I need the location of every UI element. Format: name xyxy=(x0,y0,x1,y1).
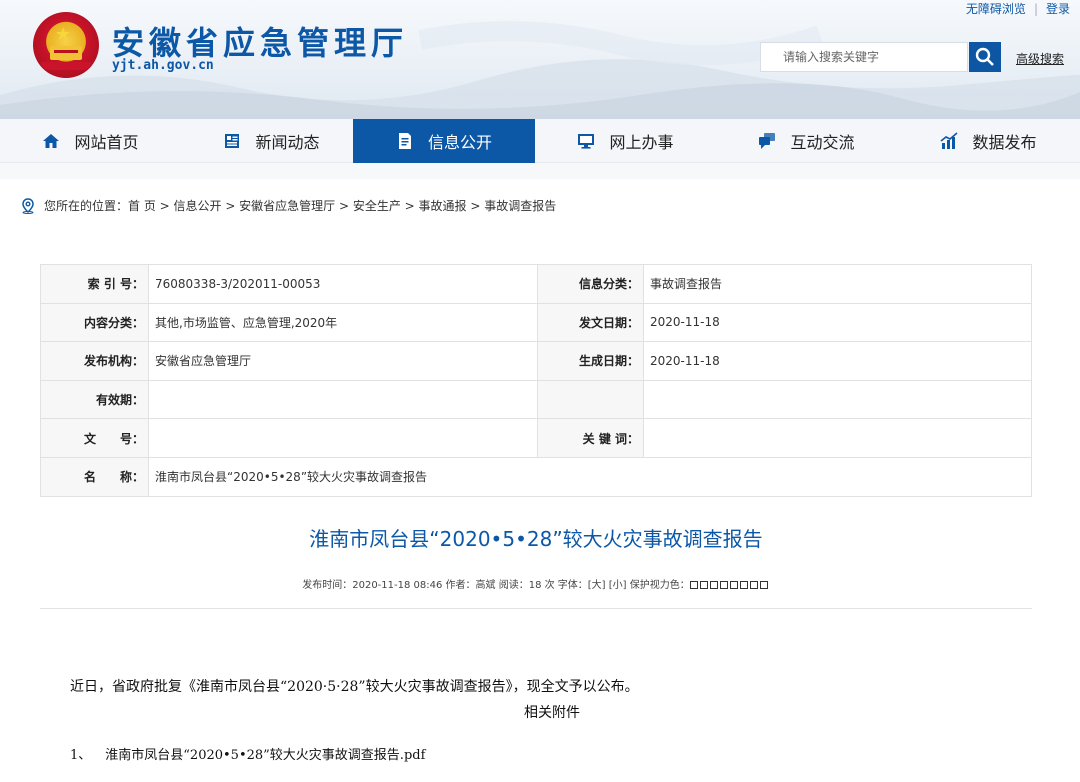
meta-value: 2020-11-18 xyxy=(643,341,1032,381)
site-domain: yjt.ah.gov.cn xyxy=(112,58,214,73)
meta-label: 关 键 词： xyxy=(537,418,644,458)
meta-label: 索 引 号： xyxy=(40,264,149,304)
table-row: 索 引 号： 76080338-3/202011-00053 信息分类： 事故调… xyxy=(40,264,1032,304)
breadcrumb-text[interactable]: 您所在的位置：首 页 > 信息公开 > 安徽省应急管理厅 > 安全生产 > 事故… xyxy=(44,197,556,214)
search-input[interactable]: 请输入搜索关键字 xyxy=(760,42,968,72)
attachment-number: 1、 xyxy=(70,748,92,763)
monitor-icon xyxy=(578,134,595,149)
meta-label: 内容分类： xyxy=(40,302,149,343)
location-pin-icon xyxy=(22,197,34,214)
news-icon xyxy=(225,134,240,148)
home-icon xyxy=(43,134,60,148)
meta-label: 文 号： xyxy=(40,418,149,458)
table-row: 有效期： xyxy=(40,379,1032,420)
meta-value: 安徽省应急管理厅 xyxy=(148,341,538,381)
meta-label: 发布机构： xyxy=(40,341,149,381)
meta-value-empty xyxy=(643,379,1032,420)
nav-item-online-service[interactable]: 网上办事 xyxy=(535,119,716,163)
meta-label: 名 称： xyxy=(40,456,149,497)
nav-item-info-public[interactable]: 信息公开 xyxy=(353,119,535,163)
meta-label: 有效期： xyxy=(40,379,149,420)
table-row: 发布机构： 安徽省应急管理厅 生成日期： 2020-11-18 xyxy=(40,341,1032,381)
meta-label: 发文日期： xyxy=(537,302,644,343)
accessibility-link[interactable]: 无障碍浏览 xyxy=(966,2,1026,16)
meta-value: 76080338-3/202011-00053 xyxy=(148,264,538,304)
meta-value: 事故调查报告 xyxy=(643,264,1032,304)
nav-subbar xyxy=(0,163,1080,179)
meta-value xyxy=(148,418,538,458)
login-link[interactable]: 登录 xyxy=(1046,2,1070,16)
breadcrumb: 您所在的位置：首 页 > 信息公开 > 安徽省应急管理厅 > 安全生产 > 事故… xyxy=(20,197,556,214)
article-info-bar: 发布时间：2020-11-18 08:46 作者：高斌 阅读：18 次 字体：[… xyxy=(0,576,1072,591)
search-button[interactable] xyxy=(969,42,1001,72)
nav-item-data-release[interactable]: 数据发布 xyxy=(898,119,1079,163)
eye-care-color-swatches[interactable] xyxy=(689,580,770,591)
meta-value xyxy=(643,418,1032,458)
search-icon xyxy=(975,47,994,66)
meta-label: 信息分类： xyxy=(537,264,644,304)
meta-label: 生成日期： xyxy=(537,341,644,381)
meta-value: 淮南市凤台县“2020•5•28”较大火灾事故调查报告 xyxy=(148,456,1032,497)
main-nav: 网站首页 新闻动态 信息公开 网上办事 互动交流 数据发布 xyxy=(0,119,1080,163)
table-row: 名 称： 淮南市凤台县“2020•5•28”较大火灾事故调查报告 xyxy=(40,456,1032,497)
table-row: 文 号： 关 键 词： xyxy=(40,418,1032,458)
article-body: 近日，省政府批复《淮南市凤台县“2020·5·28”较大火灾事故调查报告》，现全… xyxy=(70,679,639,695)
chat-icon xyxy=(759,133,776,149)
attachments-heading: 相关附件 xyxy=(524,705,580,721)
attachment-item: 1、 淮南市凤台县“2020•5•28”较大火灾事故调查报告.pdf xyxy=(70,744,425,763)
table-row: 内容分类： 其他,市场监管、应急管理,2020年 发文日期： 2020-11-1… xyxy=(40,302,1032,343)
article-title: 淮南市凤台县“2020•5•28”较大火灾事故调查报告 xyxy=(309,527,763,551)
article-info-text: 发布时间：2020-11-18 08:46 作者：高斌 阅读：18 次 字体：[… xyxy=(302,580,690,591)
advanced-search-link[interactable]: 高级搜索 xyxy=(1016,50,1064,67)
chart-icon xyxy=(940,132,959,149)
national-emblem-logo: ★ xyxy=(33,12,99,78)
top-links: 无障碍浏览 | 登录 xyxy=(965,2,1070,16)
attachment-link[interactable]: 淮南市凤台县“2020•5•28”较大火灾事故调查报告.pdf xyxy=(105,748,425,763)
meta-value xyxy=(148,379,538,420)
nav-item-interaction[interactable]: 互动交流 xyxy=(716,119,897,163)
document-meta-table: 索 引 号： 76080338-3/202011-00053 信息分类： 事故调… xyxy=(40,264,1032,497)
site-header: ★ 安徽省应急管理厅 yjt.ah.gov.cn 无障碍浏览 | 登录 请输入搜索关… xyxy=(0,0,1080,119)
nav-item-home[interactable]: 网站首页 xyxy=(0,119,181,163)
document-icon xyxy=(398,133,411,149)
nav-item-news[interactable]: 新闻动态 xyxy=(181,119,362,163)
meta-label-empty xyxy=(537,379,644,420)
meta-value: 其他,市场监管、应急管理,2020年 xyxy=(148,302,538,343)
meta-value: 2020-11-18 xyxy=(643,302,1032,343)
divider xyxy=(40,608,1032,609)
